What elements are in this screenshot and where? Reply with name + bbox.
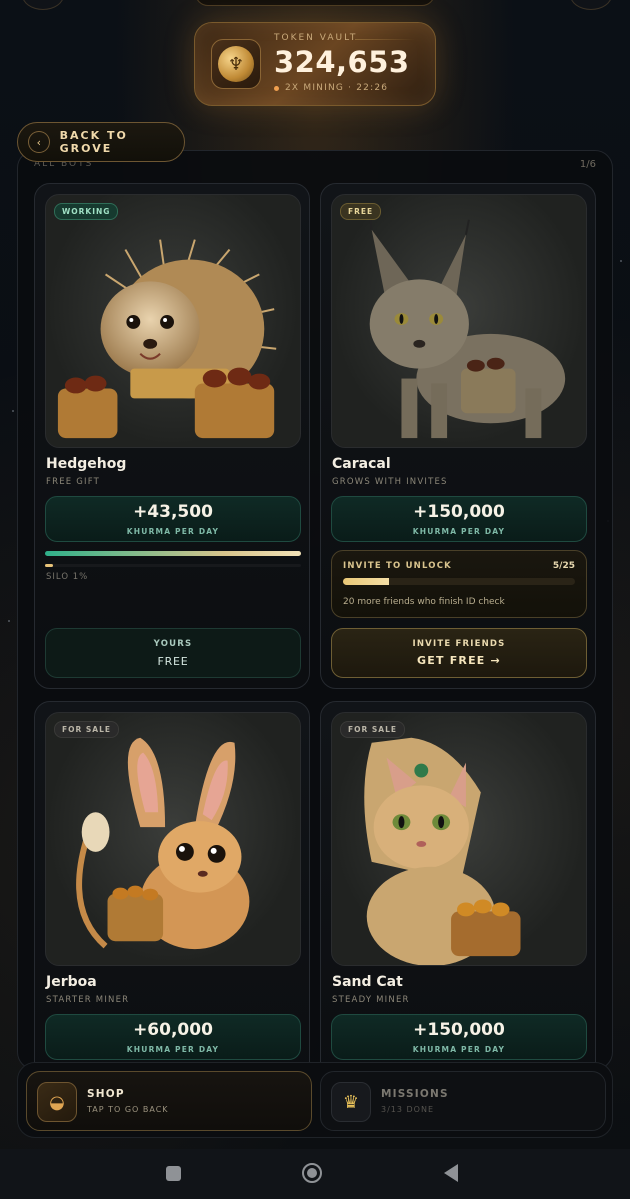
status-dot <box>274 85 279 91</box>
yours-label: FREE <box>157 655 189 668</box>
yours-title: YOURS <box>153 639 193 649</box>
date-basket-icon: ◒ <box>37 1082 77 1122</box>
invite-count: 5/25 <box>552 561 575 571</box>
invite-friends-button[interactable]: INVITE FRIENDS GET FREE → <box>331 628 587 678</box>
shop-subtitle: TAP TO GO BACK <box>87 1105 169 1114</box>
recents-button[interactable] <box>166 1166 181 1181</box>
invite-button-title: INVITE FRIENDS <box>412 639 506 649</box>
vault-divider <box>355 39 415 40</box>
missions-subtitle: 3/13 DONE <box>381 1105 435 1114</box>
invite-progress-fill <box>343 578 390 585</box>
bot-card-caracal[interactable]: FREE Caracal GROWS WITH INVITES +150,000 <box>320 183 596 689</box>
back-nav-button[interactable] <box>444 1164 458 1182</box>
silo-label: SILO 1% <box>46 572 89 582</box>
sand-cat-illustration: FOR SALE <box>331 712 587 966</box>
bot-subtitle: FREE GIFT <box>46 477 101 487</box>
missions-title: MISSIONS <box>381 1088 449 1100</box>
bottom-nav: ◒ SHOP TAP TO GO BACK ♛ MISSIONS 3/13 DO… <box>17 1062 613 1138</box>
palm-coin-icon: ♆ <box>211 39 261 89</box>
bot-name: Jerboa <box>46 974 97 990</box>
bot-card-sand-cat[interactable]: FOR SALE Sand Cat STEADY MINER +150,000 … <box>320 701 596 1069</box>
jerboa-illustration: FOR SALE <box>45 712 301 966</box>
hedgehog-illustration: WORKING <box>45 194 301 448</box>
bot-name: Sand Cat <box>332 974 403 990</box>
rate-unit: KHURMA PER DAY <box>412 1045 506 1054</box>
bot-name: Caracal <box>332 456 391 472</box>
caracal-illustration: FREE <box>331 194 587 448</box>
yours-button[interactable]: YOURS FREE <box>45 628 301 678</box>
invite-title: INVITE TO UNLOCK <box>343 561 452 571</box>
status-badge: WORKING <box>54 203 119 220</box>
bot-subtitle: STEADY MINER <box>332 995 410 1005</box>
silo-fill <box>45 564 53 567</box>
missions-button[interactable]: ♛ MISSIONS 3/13 DONE <box>320 1071 606 1131</box>
status-badge: FOR SALE <box>54 721 119 738</box>
invite-description: 20 more friends who finish ID check <box>343 597 505 607</box>
bot-name: Hedgehog <box>46 456 127 472</box>
shop-button[interactable]: ◒ SHOP TAP TO GO BACK <box>26 1071 312 1131</box>
shop-title: SHOP <box>87 1088 125 1100</box>
bots-panel: ALL BOTS 1/6 WORKING Hedgehog FREE GIFT … <box>17 150 613 1070</box>
back-button-label: BACK TO GROVE <box>59 129 128 155</box>
status-badge: FOR SALE <box>340 721 405 738</box>
vault-balance: 324,653 <box>274 45 410 79</box>
crown-icon: ♛ <box>331 1082 371 1122</box>
invite-button-label: GET FREE → <box>417 654 501 667</box>
work-progress-fill <box>45 551 301 556</box>
home-button[interactable] <box>302 1163 322 1183</box>
rate-unit: KHURMA PER DAY <box>126 1045 220 1054</box>
mining-rate: +150,000 KHURMA PER DAY <box>331 496 587 542</box>
chevron-left-icon: ‹ <box>28 131 50 153</box>
rate-unit: KHURMA PER DAY <box>126 527 220 536</box>
vault-label: TOKEN VAULT <box>274 33 358 43</box>
bot-card-jerboa[interactable]: FOR SALE Jerboa STARTER MINER +60,000 KH… <box>34 701 310 1069</box>
rate-value: +150,000 <box>413 502 505 522</box>
bot-card-hedgehog[interactable]: WORKING Hedgehog FREE GIFT +43,500 KHURM… <box>34 183 310 689</box>
back-to-grove-button[interactable]: ‹ BACK TO GROVE <box>17 122 185 162</box>
top-status-bar <box>195 0 435 6</box>
work-progress-bar <box>45 551 301 556</box>
rate-value: +150,000 <box>413 1020 505 1040</box>
token-vault: ♆ TOKEN VAULT 324,653 2X MINING · 22:26 <box>194 22 436 106</box>
invite-unlock-box: INVITE TO UNLOCK 5/25 20 more friends wh… <box>331 550 587 618</box>
silo-bar <box>45 564 301 567</box>
system-nav-bar <box>0 1149 630 1199</box>
mining-rate: +43,500 KHURMA PER DAY <box>45 496 301 542</box>
mining-status: 2X MINING · 22:26 <box>274 83 388 93</box>
rate-unit: KHURMA PER DAY <box>412 527 506 536</box>
invite-progress-bar <box>343 578 575 585</box>
rate-value: +60,000 <box>133 1020 213 1040</box>
mining-status-text: 2X MINING · 22:26 <box>285 83 389 93</box>
panel-count: 1/6 <box>579 159 596 170</box>
mining-rate: +60,000 KHURMA PER DAY <box>45 1014 301 1060</box>
bot-subtitle: GROWS WITH INVITES <box>332 477 448 487</box>
rate-value: +43,500 <box>133 502 213 522</box>
bot-subtitle: STARTER MINER <box>46 995 130 1005</box>
mining-rate: +150,000 KHURMA PER DAY <box>331 1014 587 1060</box>
status-badge: FREE <box>340 203 382 220</box>
